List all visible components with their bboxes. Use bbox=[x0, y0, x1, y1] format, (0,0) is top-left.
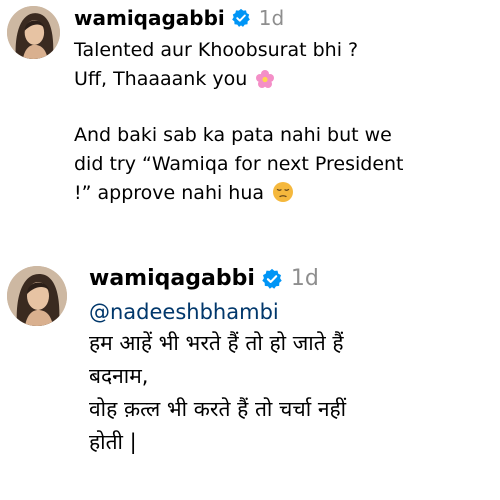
mention-link[interactable]: @nadeeshbhambi bbox=[89, 297, 497, 327]
comment-line-text: Uff, Thaaaank you bbox=[74, 68, 248, 90]
profile-photo-icon bbox=[7, 6, 60, 59]
comment-line: Uff, Thaaaank you bbox=[74, 65, 497, 94]
timestamp: 1d bbox=[258, 6, 285, 30]
comment-blank-line bbox=[74, 94, 497, 121]
comment-line: did try “Wamiqa for next President bbox=[74, 153, 404, 175]
profile-photo-icon bbox=[7, 266, 67, 326]
comment-text: Talented aur Khoobsurat bhi ? Uff, Thaaa… bbox=[74, 36, 497, 208]
comment-line: Talented aur Khoobsurat bhi ? bbox=[74, 39, 359, 61]
comment-line-text: !” approve nahi hua bbox=[74, 182, 265, 204]
verified-badge-icon bbox=[231, 8, 251, 28]
comment-line: हम आहें भी भरते हैं तो हो जाते हैं bbox=[89, 331, 344, 355]
comment-line: होती | bbox=[89, 430, 137, 454]
pensive-face-icon bbox=[272, 181, 294, 203]
comment: wamiqagabbi 1d @nadeeshbhambi हम आहें भी… bbox=[7, 266, 497, 459]
timestamp: 1d bbox=[290, 266, 319, 291]
cherry-blossom-icon bbox=[255, 69, 275, 89]
comment-line: बदनाम, bbox=[89, 364, 149, 388]
comment-text: हम आहें भी भरते हैं तो हो जाते हैं बदनाम… bbox=[89, 327, 497, 459]
avatar[interactable] bbox=[7, 6, 60, 59]
username[interactable]: wamiqagabbi bbox=[74, 6, 225, 30]
comment-line: !” approve nahi hua bbox=[74, 179, 497, 208]
comment-line: वोह क़त्ल भी करते हैं तो चर्चा नहीं bbox=[89, 397, 347, 421]
username[interactable]: wamiqagabbi bbox=[89, 266, 255, 291]
comment: wamiqagabbi 1d Talented aur Khoobsurat b… bbox=[7, 6, 497, 208]
comment-line: And baki sab ka pata nahi but we bbox=[74, 124, 392, 146]
avatar[interactable] bbox=[7, 266, 67, 326]
verified-badge-icon bbox=[261, 268, 283, 290]
